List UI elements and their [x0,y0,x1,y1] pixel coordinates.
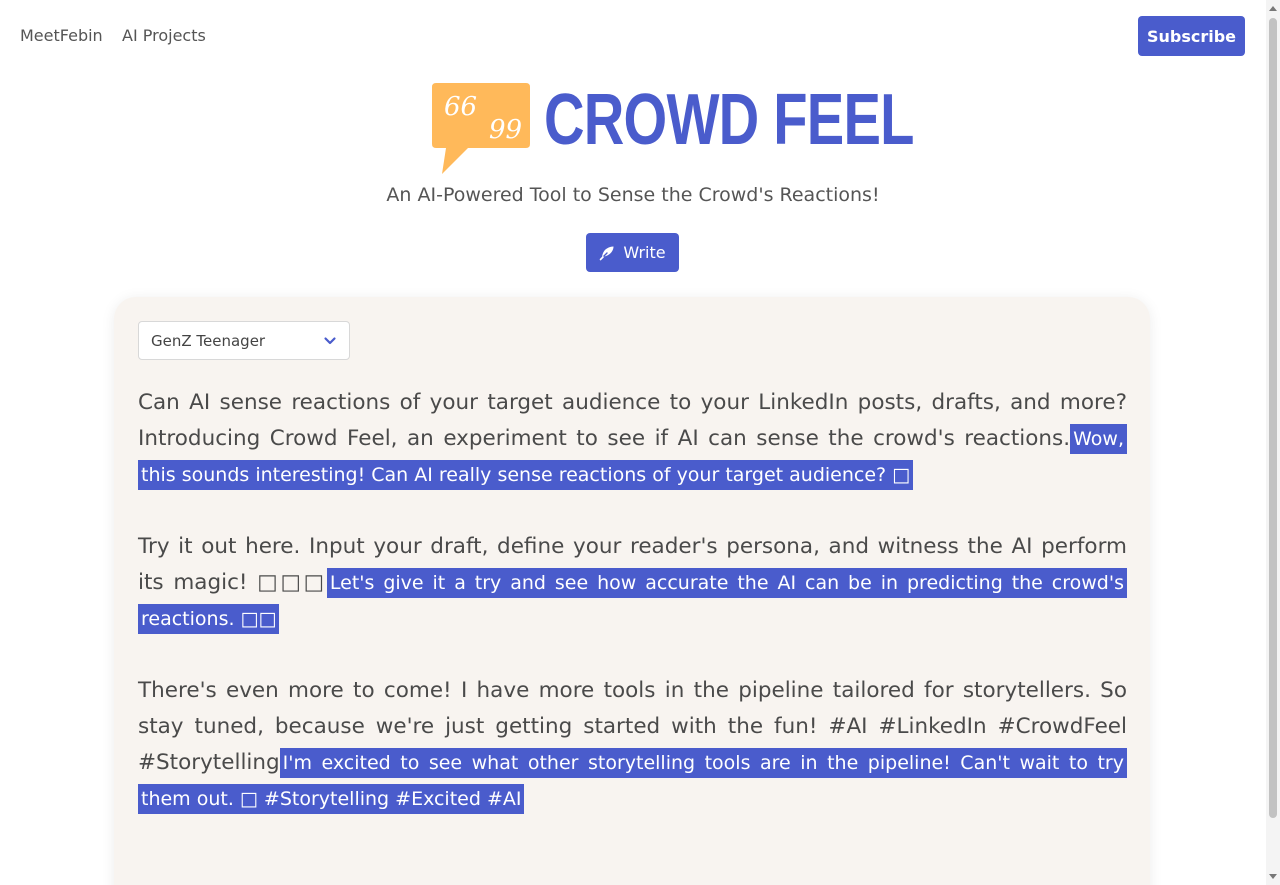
logo-close-quote: 99 [489,115,522,145]
post-draft: Can AI sense reactions of your target au… [138,385,1127,853]
brand-title: CROWD FEEL [544,80,914,160]
write-button[interactable]: Write [586,233,679,272]
brand-header: 66 99 CROWD FEEL [432,82,914,176]
post-paragraph: Try it out here. Input your draft, defin… [138,529,1127,637]
chevron-down-icon [324,336,336,344]
nav-link-meetfebin[interactable]: MeetFebin [20,26,103,45]
top-navigation: MeetFebin AI Projects Subscribe [0,0,1266,72]
crowd-reaction-highlight: I'm excited to see what other storytelli… [138,748,1127,814]
persona-select[interactable]: GenZ Teenager [138,321,350,360]
post-paragraph: There's even more to come! I have more t… [138,673,1127,817]
nav-link-ai-projects[interactable]: AI Projects [122,26,206,45]
write-button-label: Write [623,243,666,262]
feather-icon [600,246,614,260]
scrollbar-thumb[interactable] [1269,18,1277,818]
page-scrollbar[interactable] [1266,0,1280,885]
quote-bubble-logo-icon: 66 99 [432,83,530,174]
post-paragraph: Can AI sense reactions of your target au… [138,385,1127,493]
subscribe-button[interactable]: Subscribe [1138,16,1245,56]
scroll-down-arrow-icon[interactable] [1269,874,1277,879]
paragraph-text: Can AI sense reactions of your target au… [138,390,1127,451]
post-card: GenZ Teenager Can AI sense reactions of … [114,297,1150,885]
logo-open-quote: 66 [444,92,477,122]
scroll-up-arrow-icon[interactable] [1269,6,1277,11]
persona-selected-value: GenZ Teenager [151,331,266,350]
tagline: An AI-Powered Tool to Sense the Crowd's … [386,184,880,206]
